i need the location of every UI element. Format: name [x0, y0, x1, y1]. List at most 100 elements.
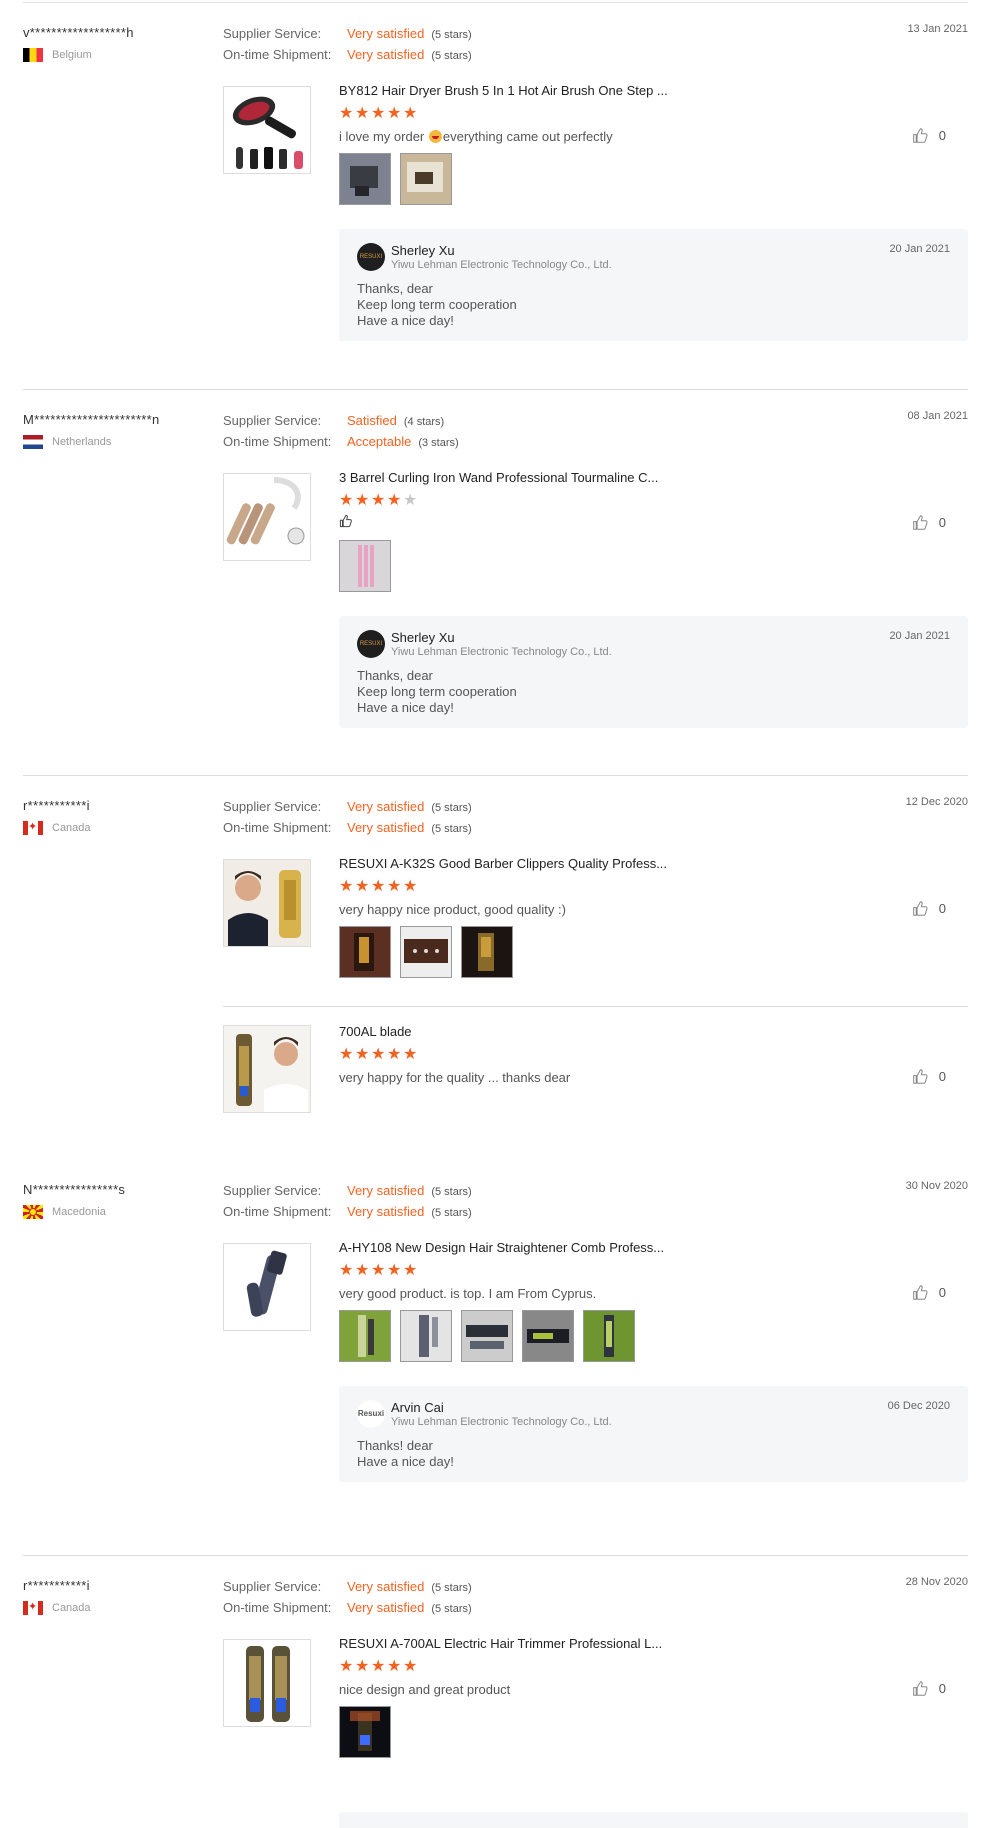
- seller-reply: RESUXI Sherley Xu Yiwu Lehman Electronic…: [339, 229, 968, 341]
- star-icon: ★: [355, 1046, 370, 1063]
- seller-reply: Resuxi Arvin Cai Yiwu Lehman Electronic …: [339, 1386, 968, 1482]
- review-photo[interactable]: [339, 1310, 391, 1362]
- country-name: Macedonia: [52, 1206, 106, 1218]
- supplier-service-rating: Supplier Service: Very satisfied (5 stars): [223, 1180, 472, 1201]
- review-photo[interactable]: [400, 153, 452, 205]
- buyer-name: M**********************n: [23, 412, 160, 427]
- product-title-link[interactable]: BY812 Hair Dryer Brush 5 In 1 Hot Air Br…: [339, 83, 668, 98]
- product-thumbnail[interactable]: [223, 1243, 311, 1331]
- review-photo[interactable]: [339, 153, 391, 205]
- product-thumbnail[interactable]: [223, 86, 311, 174]
- comment-text-part: i love my order: [339, 129, 428, 144]
- shipment-value: Very satisfied: [347, 1600, 425, 1615]
- product-rating-stars: ★ ★ ★ ★ ★: [339, 1262, 418, 1279]
- shipment-value: Very satisfied: [347, 820, 425, 835]
- product-thumbnail[interactable]: [223, 1639, 311, 1727]
- star-icon: ★: [371, 1046, 386, 1063]
- like-count: 0: [938, 1069, 946, 1084]
- like-button[interactable]: 0: [912, 514, 946, 531]
- review-comment: nice design and great product: [339, 1682, 511, 1697]
- star-icon: ★: [371, 878, 386, 895]
- star-icon: ★: [387, 105, 402, 122]
- like-button[interactable]: 0: [912, 1068, 946, 1085]
- review-item: N****************s Macedonia Supplier Se…: [23, 1160, 968, 1555]
- seller-avatar: RESUXI: [357, 243, 385, 271]
- review-photo[interactable]: [339, 926, 391, 978]
- thumbs-up-emoji-icon: [339, 514, 352, 528]
- product-thumbnail[interactable]: [223, 1025, 311, 1113]
- star-icon: ★: [403, 878, 418, 895]
- buyer-name: v******************h: [23, 25, 134, 40]
- country-name: Belgium: [52, 49, 92, 61]
- thumbs-up-icon: [912, 901, 928, 916]
- star-icon: ★: [339, 878, 354, 895]
- review-photo[interactable]: [339, 1706, 391, 1758]
- star-struck-emoji-icon: [428, 130, 442, 143]
- product-title-link[interactable]: 3 Barrel Curling Iron Wand Professional …: [339, 470, 658, 485]
- canada-flag-icon: [23, 1601, 43, 1615]
- star-empty-icon: ★: [403, 492, 418, 509]
- review-date: 08 Jan 2021: [907, 410, 968, 422]
- product-title-link[interactable]: A-HY108 New Design Hair Straightener Com…: [339, 1240, 664, 1255]
- seller-company: Yiwu Lehman Electronic Technology Co., L…: [391, 259, 612, 271]
- like-button[interactable]: 0: [912, 1680, 946, 1697]
- product-thumbnail[interactable]: [223, 473, 311, 561]
- shipment-rating: On-time Shipment: Very satisfied (5 stars): [223, 44, 472, 65]
- review-photo[interactable]: [461, 926, 513, 978]
- product-review: A-HY108 New Design Hair Straightener Com…: [223, 1240, 968, 1550]
- review-photo[interactable]: [339, 540, 391, 592]
- star-icon: ★: [387, 1262, 402, 1279]
- review-photo[interactable]: [583, 1310, 635, 1362]
- supplier-service-rating: Supplier Service: Very satisfied (5 stars): [223, 796, 472, 817]
- belgium-flag-icon: [23, 48, 43, 62]
- reply-date: 20 Jan 2021: [889, 630, 950, 642]
- buyer-info: v******************h Belgium: [23, 25, 223, 62]
- like-button[interactable]: 0: [912, 1284, 946, 1301]
- macedonia-flag-icon: [23, 1205, 43, 1219]
- shipment-value: Very satisfied: [347, 1204, 425, 1219]
- seller-reply-partial: [339, 1812, 968, 1828]
- shipment-label: On-time Shipment:: [223, 820, 332, 835]
- reply-text: Thanks, dear Keep long term cooperation …: [357, 668, 517, 715]
- shipment-label: On-time Shipment:: [223, 1204, 332, 1219]
- star-icon: ★: [403, 1658, 418, 1675]
- buyer-country: Canada: [23, 821, 223, 835]
- star-icon: ★: [403, 105, 418, 122]
- seller-avatar: RESUXI: [357, 630, 385, 658]
- product-rating-stars: ★ ★ ★ ★ ★: [339, 1658, 418, 1675]
- product-thumbnail[interactable]: [223, 859, 311, 947]
- review-photo[interactable]: [400, 926, 452, 978]
- review-photo[interactable]: [522, 1310, 574, 1362]
- review-photo[interactable]: [400, 1310, 452, 1362]
- product-title-link[interactable]: RESUXI A-K32S Good Barber Clippers Quali…: [339, 856, 667, 871]
- like-button[interactable]: 0: [912, 127, 946, 144]
- review-photo[interactable]: [461, 1310, 513, 1362]
- buyer-info: M**********************n Netherlands: [23, 412, 223, 449]
- review-date: 12 Dec 2020: [905, 796, 968, 808]
- supplier-service-rating: Supplier Service: Satisfied (4 stars): [223, 410, 459, 431]
- like-count: 0: [938, 128, 946, 143]
- product-rating-stars: ★ ★ ★ ★ ★: [339, 105, 418, 122]
- supplier-service-rating: Supplier Service: Very satisfied (5 stars): [223, 23, 472, 44]
- shipment-label: On-time Shipment:: [223, 1600, 332, 1615]
- product-title-link[interactable]: 700AL blade: [339, 1024, 412, 1039]
- review-comment: i love my order everything came out perf…: [339, 129, 613, 144]
- like-button[interactable]: 0: [912, 900, 946, 917]
- review-comment: [339, 514, 353, 531]
- thumbs-up-icon: [912, 1285, 928, 1300]
- supplier-service-value: Very satisfied: [347, 26, 425, 41]
- review-item: v******************h Belgium Supplier Se…: [23, 3, 968, 389]
- star-icon: ★: [339, 1658, 354, 1675]
- product-title-link[interactable]: RESUXI A-700AL Electric Hair Trimmer Pro…: [339, 1636, 662, 1651]
- review-photos: [339, 153, 452, 205]
- supplier-service-rating: Supplier Service: Very satisfied (5 stars): [223, 1576, 472, 1597]
- shipment-rating: On-time Shipment: Acceptable (3 stars): [223, 431, 459, 452]
- thumbs-up-icon: [912, 1069, 928, 1084]
- review-item: M**********************n Netherlands Sup…: [23, 389, 968, 776]
- supplier-service-value: Very satisfied: [347, 1579, 425, 1594]
- shipment-label: On-time Shipment:: [223, 47, 332, 62]
- star-icon: ★: [355, 878, 370, 895]
- star-icon: ★: [403, 1262, 418, 1279]
- comment-text-part: everything came out perfectly: [442, 129, 613, 144]
- country-name: Canada: [52, 1602, 91, 1614]
